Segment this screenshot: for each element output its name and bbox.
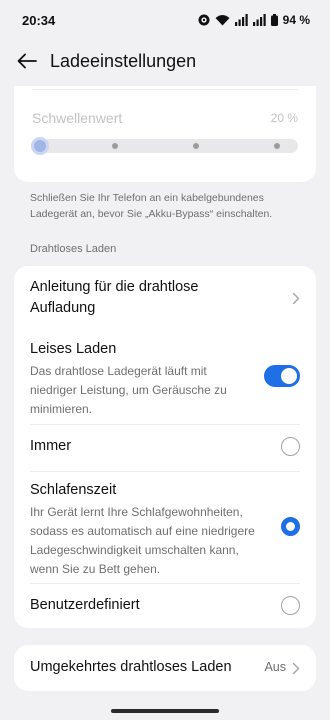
toggle-knob [281, 368, 297, 384]
threshold-label: Schwellenwert [32, 110, 123, 126]
threshold-card: Schwellenwert 20 % [14, 86, 316, 182]
divider [32, 89, 298, 90]
chevron-right-icon [292, 662, 300, 675]
app-notification-icon [198, 14, 210, 26]
option-always-label: Immer [30, 438, 72, 454]
slider-step-dot [193, 143, 199, 149]
option-custom-label: Benutzerdefiniert [30, 597, 140, 613]
arrow-left-icon [17, 53, 37, 69]
divider [30, 471, 300, 472]
back-button[interactable] [14, 48, 40, 74]
status-bar: 20:34 94 % [0, 0, 330, 40]
slider-step-dot [274, 143, 280, 149]
option-always-row[interactable]: Immer [30, 436, 300, 460]
status-time: 20:34 [22, 12, 56, 28]
reverse-wireless-row[interactable]: Umgekehrtes drahtloses Laden Aus [14, 645, 316, 691]
wireless-guide-row[interactable]: Anleitung für die drahtlose Aufladung [30, 277, 300, 319]
wireless-card: Anleitung für die drahtlose Aufladung Le… [14, 266, 316, 628]
chevron-right-icon [292, 292, 300, 305]
quiet-charging-row[interactable]: Leises Laden Das drahtlose Ladegerät läu… [30, 339, 300, 419]
option-always-radio[interactable] [281, 437, 300, 456]
battery-percentage: 94 % [282, 13, 310, 27]
reverse-wireless-value: Aus [264, 660, 286, 674]
home-indicator[interactable] [111, 709, 219, 713]
status-icons: 94 % [198, 13, 310, 27]
wireless-guide-label: Anleitung für die drahtlose Aufladung [30, 279, 199, 316]
signal-icon [252, 14, 266, 26]
option-bedtime-description: Ihr Gerät lernt Ihre Schlafgewohnheiten,… [30, 505, 255, 576]
section-header-wireless: Drahtloses Laden [30, 243, 117, 255]
option-custom-radio[interactable] [281, 596, 300, 615]
quiet-charging-toggle[interactable] [264, 365, 300, 387]
slider-thumb[interactable] [31, 137, 49, 155]
page-title: Ladeeinstellungen [50, 50, 197, 71]
wifi-icon [215, 14, 230, 26]
reverse-wireless-label: Umgekehrtes drahtloses Laden [30, 659, 232, 675]
option-bedtime-row[interactable]: Schlafenszeit Ihr Gerät lernt Ihre Schla… [30, 480, 300, 580]
threshold-value: 20 % [270, 111, 298, 125]
divider [30, 424, 300, 425]
app-bar: Ladeeinstellungen [0, 40, 330, 82]
divider [30, 583, 300, 584]
quiet-charging-title: Leises Laden [30, 341, 117, 357]
slider-step-dot [112, 143, 118, 149]
bypass-note: Schließen Sie Ihr Telefon an ein kabelge… [30, 192, 273, 220]
threshold-slider[interactable] [31, 137, 298, 155]
signal-icon [234, 14, 248, 26]
option-bedtime-radio[interactable] [281, 517, 300, 536]
option-custom-row[interactable]: Benutzerdefiniert [30, 595, 300, 619]
battery-icon [270, 14, 278, 26]
quiet-charging-description: Das drahtlose Ladegerät läuft mit niedri… [30, 364, 227, 416]
option-bedtime-label: Schlafenszeit [30, 482, 117, 498]
